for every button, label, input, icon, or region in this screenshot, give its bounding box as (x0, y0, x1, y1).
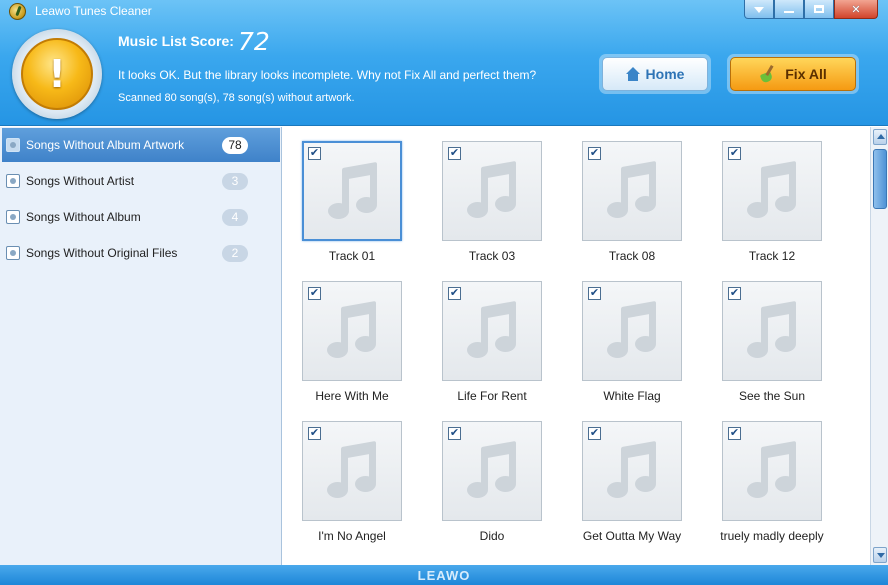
track-checkbox[interactable]: ✔ (308, 427, 321, 440)
count-badge: 4 (222, 208, 248, 226)
track-title: truely madly deeply (720, 529, 824, 543)
music-note-icon (323, 440, 383, 504)
track-title: Track 12 (748, 249, 796, 263)
track-grid: ✔ Track 01 ✔ Track 03 ✔ Track 08 ✔ Track 12 ✔ Her… (283, 127, 870, 565)
disc-icon (6, 246, 20, 260)
track-tile[interactable]: ✔ White Flag (563, 267, 683, 403)
track-title: Track 01 (328, 249, 376, 263)
footer: LEAWO (0, 565, 888, 585)
sidebar-item-label: Songs Without Artist (26, 174, 135, 188)
minimize-button[interactable] (774, 0, 804, 19)
brand-logo: LEAWO (417, 567, 471, 583)
music-note-icon (743, 300, 803, 364)
track-checkbox[interactable]: ✔ (728, 287, 741, 300)
sidebar-item-without-artist[interactable]: Songs Without Artist 3 (2, 164, 280, 198)
maximize-icon (814, 5, 824, 13)
track-tile[interactable]: ✔ Dido (423, 407, 543, 543)
track-tile[interactable]: ✔ Track 12 (703, 127, 823, 263)
home-button-label: Home (645, 66, 685, 82)
score-badge: ! (12, 29, 102, 119)
warning-icon: ! (21, 38, 93, 110)
maximize-button[interactable] (804, 0, 834, 19)
album-icon (6, 210, 20, 224)
count-badge: 3 (222, 172, 248, 190)
music-note-icon (463, 160, 523, 224)
track-checkbox[interactable]: ✔ (448, 147, 461, 160)
count-badge: 78 (222, 136, 248, 154)
track-title: Dido (479, 529, 505, 543)
track-title: Get Outta My Way (582, 529, 682, 543)
count-badge: 2 (222, 244, 248, 262)
track-tile[interactable]: ✔ See the Sun (703, 267, 823, 403)
sidebar-item-label: Songs Without Album (26, 210, 141, 224)
artwork-icon (6, 138, 20, 152)
track-title: White Flag (603, 389, 661, 403)
track-title: Life For Rent (457, 389, 527, 403)
music-note-icon (463, 440, 523, 504)
track-tile[interactable]: ✔ I'm No Angel (283, 407, 403, 543)
home-icon (625, 67, 641, 81)
track-checkbox[interactable]: ✔ (588, 427, 601, 440)
track-checkbox[interactable]: ✔ (308, 147, 321, 160)
fix-all-button-label: Fix All (785, 66, 827, 82)
sidebar-item-without-original-files[interactable]: Songs Without Original Files 2 (2, 236, 280, 270)
scroll-up-arrow-icon[interactable] (873, 129, 887, 145)
fix-all-button[interactable]: Fix All (727, 54, 859, 94)
music-note-icon (603, 300, 663, 364)
title-bar: Leawo Tunes Cleaner ✕ (0, 0, 888, 22)
sidebar-item-without-artwork[interactable]: Songs Without Album Artwork 78 (2, 128, 280, 162)
track-title: Track 03 (468, 249, 516, 263)
music-note-icon (743, 440, 803, 504)
category-sidebar: Songs Without Album Artwork 78 Songs Wit… (0, 127, 282, 565)
track-tile[interactable]: ✔ Life For Rent (423, 267, 543, 403)
status-message: It looks OK. But the library looks incom… (118, 68, 537, 82)
window-controls: ✕ (744, 0, 878, 19)
track-checkbox[interactable]: ✔ (728, 427, 741, 440)
app-logo-icon (9, 3, 26, 20)
sidebar-item-label: Songs Without Album Artwork (26, 138, 185, 152)
track-title: Track 08 (608, 249, 656, 263)
minimize-icon (784, 11, 794, 13)
track-tile[interactable]: ✔ Track 08 (563, 127, 683, 263)
scan-summary: Scanned 80 song(s), 78 song(s) without a… (118, 92, 355, 104)
close-icon: ✕ (851, 3, 861, 16)
track-checkbox[interactable]: ✔ (728, 147, 741, 160)
scroll-down-arrow-icon[interactable] (873, 547, 887, 563)
track-checkbox[interactable]: ✔ (448, 427, 461, 440)
close-button[interactable]: ✕ (834, 0, 878, 19)
track-tile[interactable]: ✔ Track 01 (283, 127, 403, 263)
music-note-icon (324, 161, 384, 225)
menu-dropdown-button[interactable] (744, 0, 774, 19)
header: Leawo Tunes Cleaner ✕ ! Music List Score… (0, 0, 888, 126)
music-note-icon (603, 160, 663, 224)
track-tile[interactable]: ✔ truely madly deeply (703, 407, 824, 543)
score-label: Music List Score: (118, 33, 234, 49)
sidebar-item-without-album[interactable]: Songs Without Album 4 (2, 200, 280, 234)
track-tile[interactable]: ✔ Get Outta My Way (563, 407, 683, 543)
track-checkbox[interactable]: ✔ (588, 147, 601, 160)
track-title: See the Sun (738, 389, 806, 403)
vertical-scrollbar[interactable] (870, 127, 888, 565)
music-note-icon (463, 300, 523, 364)
home-button[interactable]: Home (599, 54, 711, 94)
scrollbar-thumb[interactable] (873, 149, 887, 209)
track-tile[interactable]: ✔ Track 03 (423, 127, 543, 263)
artist-icon (6, 174, 20, 188)
music-note-icon (743, 160, 803, 224)
track-checkbox[interactable]: ✔ (448, 287, 461, 300)
dropdown-arrow-icon (754, 7, 764, 13)
track-title: I'm No Angel (318, 529, 386, 543)
broom-icon (759, 65, 775, 83)
score-value: 72 (238, 27, 270, 56)
window-title: Leawo Tunes Cleaner (35, 4, 152, 18)
track-title: Here With Me (315, 389, 389, 403)
track-checkbox[interactable]: ✔ (308, 287, 321, 300)
music-note-icon (323, 300, 383, 364)
track-tile[interactable]: ✔ Here With Me (283, 267, 403, 403)
track-checkbox[interactable]: ✔ (588, 287, 601, 300)
music-note-icon (603, 440, 663, 504)
sidebar-item-label: Songs Without Original Files (26, 246, 178, 260)
